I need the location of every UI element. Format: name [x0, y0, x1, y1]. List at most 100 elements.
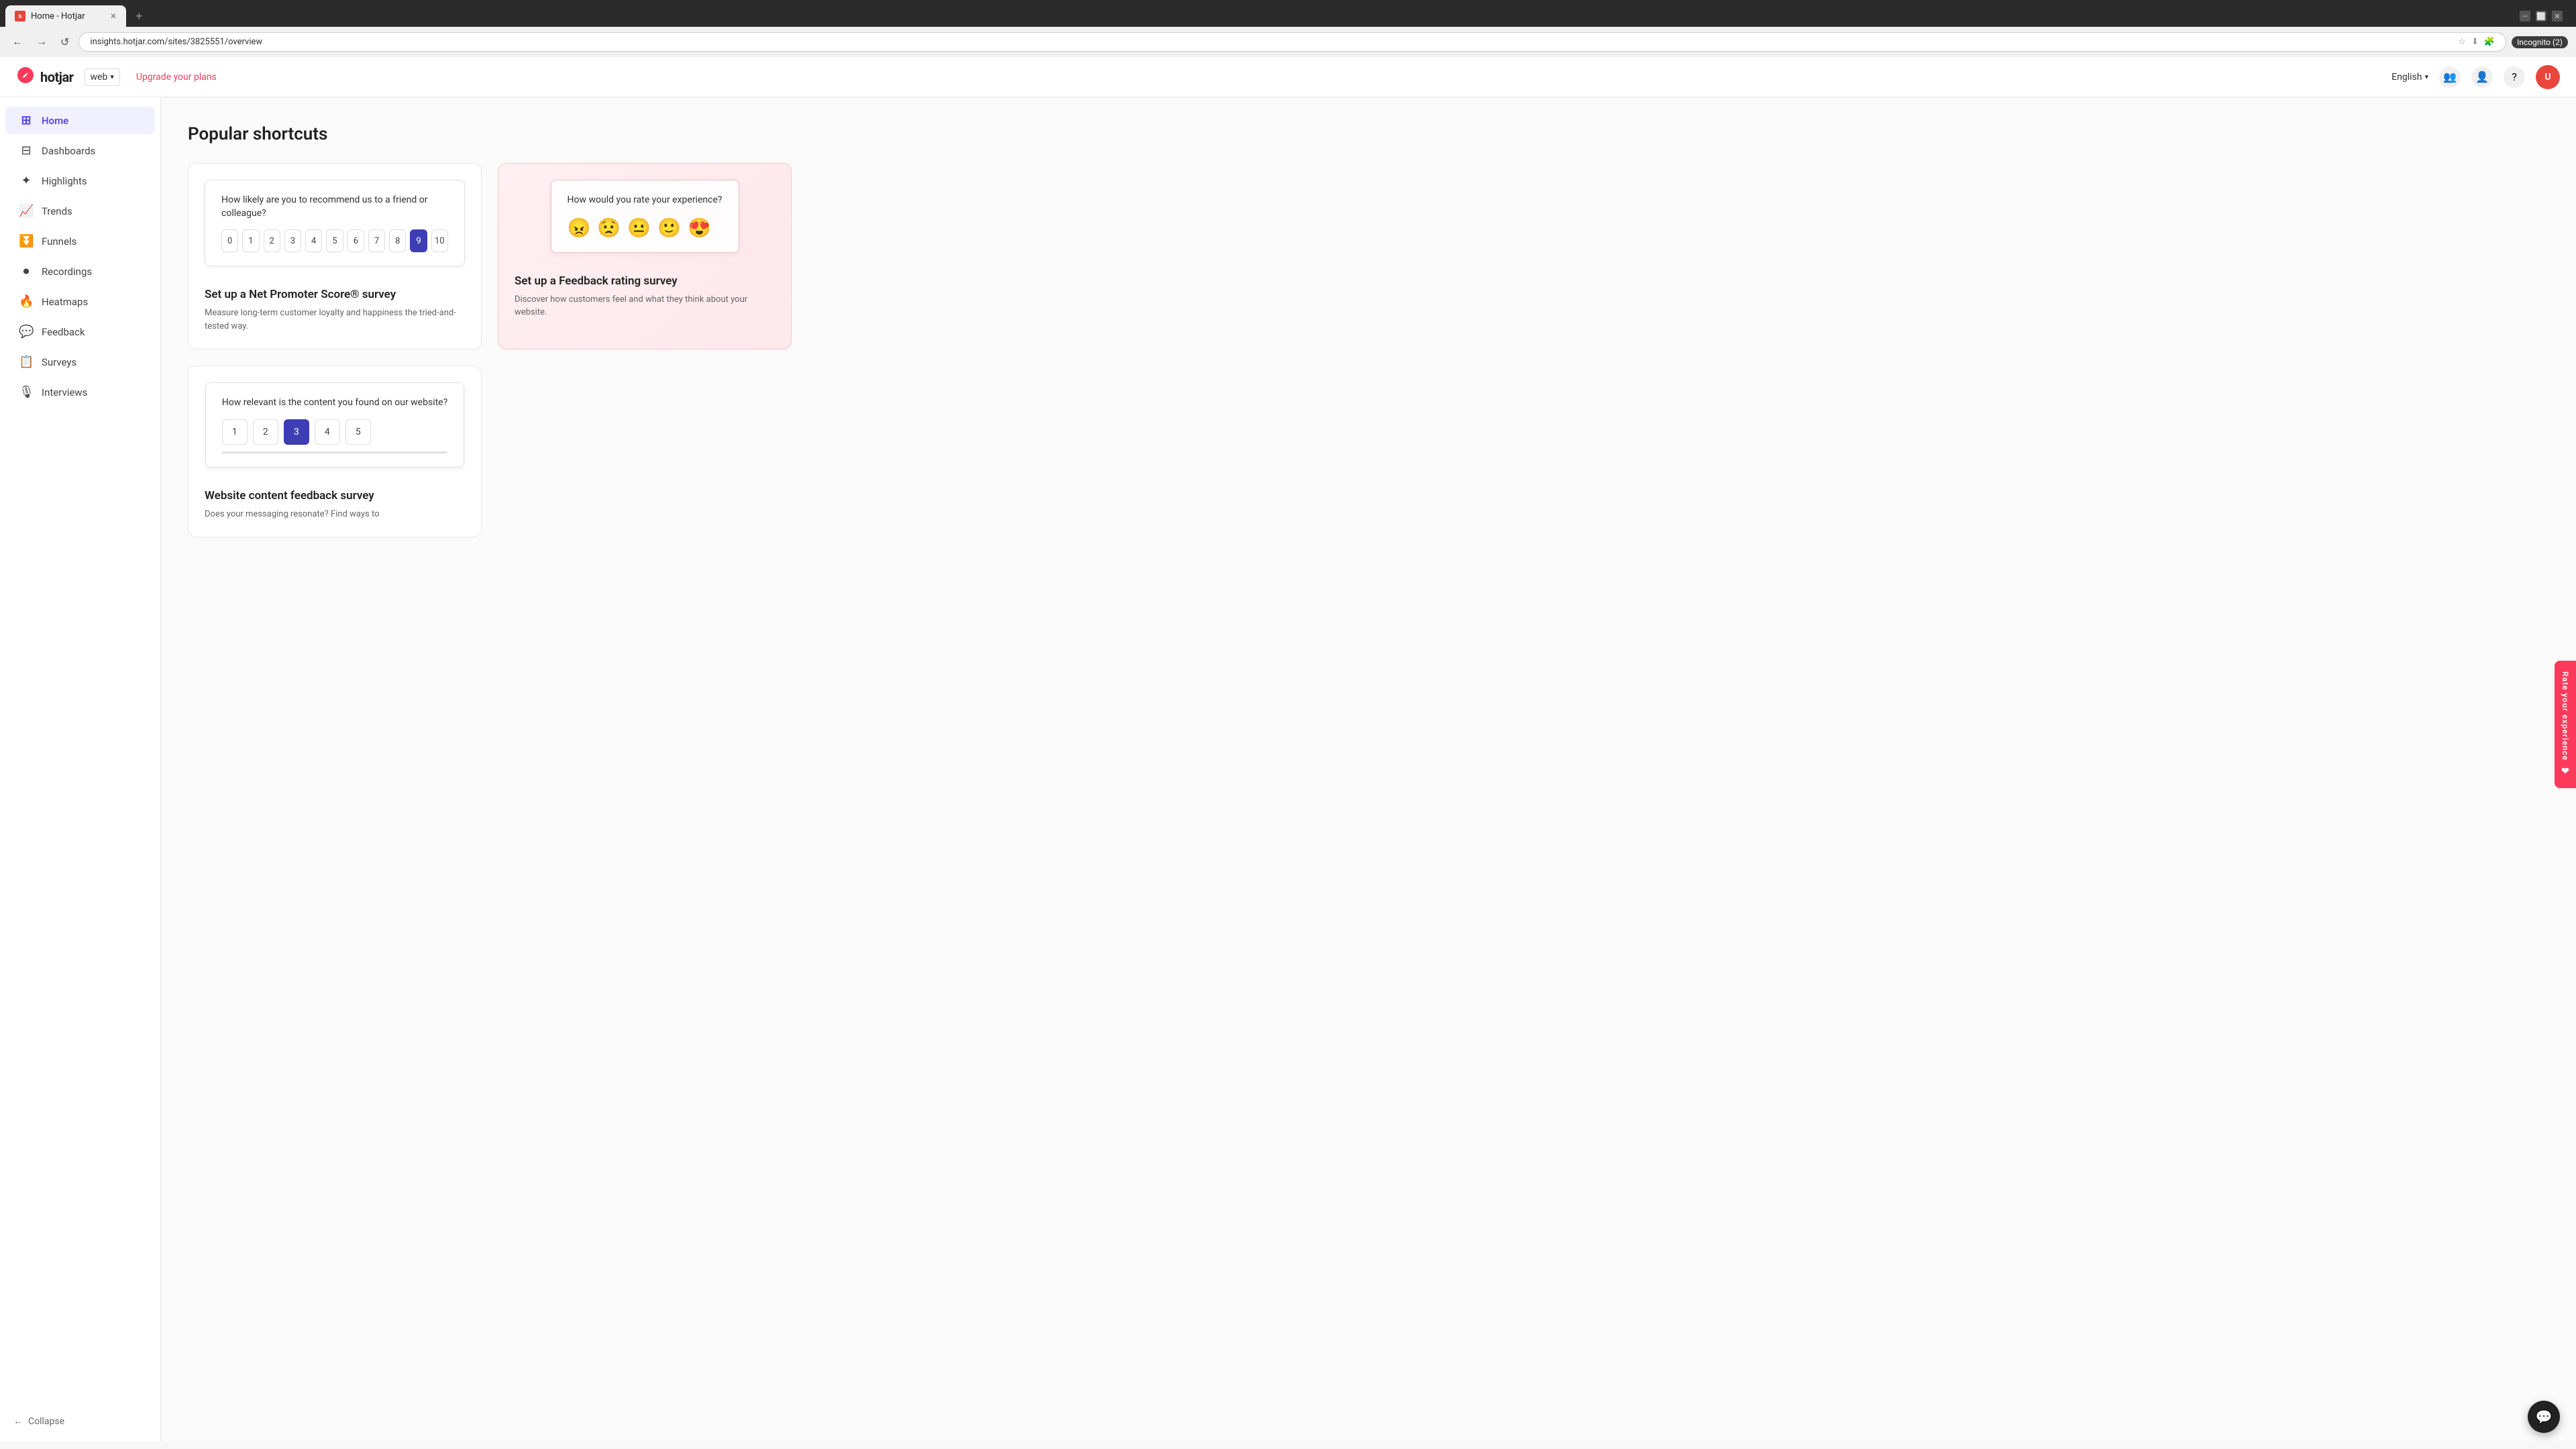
url-text: insights.hotjar.com/sites/3825551/overvi… [90, 37, 2453, 47]
emoji-scale: 😠 😟 😐 🙂 😍 [568, 217, 722, 239]
sidebar-item-feedback[interactable]: 💬 Feedback [5, 318, 155, 345]
maximize-button[interactable]: ⬜ [2536, 11, 2546, 21]
header-right: English ▾ 👥 👤 ? U [2392, 65, 2560, 89]
nps-10: 10 [431, 229, 448, 252]
tab-title: Home - Hotjar [31, 11, 85, 21]
help-icon[interactable]: ? [2504, 66, 2525, 88]
chat-icon: 💬 [2536, 1409, 2553, 1425]
main-area: ⊞ Home ⊟ Dashboards ✦ Highlights 📈 Trend… [0, 97, 2576, 1442]
sidebar-item-trends[interactable]: 📈 Trends [5, 197, 155, 225]
hotjar-logo: hotjar [16, 66, 74, 89]
nps-9: 9 [410, 229, 427, 252]
funnels-icon: ⏬ [19, 234, 34, 248]
web-selector[interactable]: web ▾ [85, 68, 120, 86]
browser-tab-active[interactable]: h Home - Hotjar ✕ [5, 5, 126, 27]
nps-scale: 0 1 2 3 4 5 6 7 8 9 10 [221, 229, 448, 252]
rate-experience-icon: ❤ [2560, 766, 2571, 777]
likert-bar [222, 451, 447, 453]
logo-text: hotjar [40, 69, 74, 85]
window-controls: — ⬜ ✕ [2512, 8, 2571, 24]
sidebar-label-highlights: Highlights [42, 175, 87, 187]
collapse-button[interactable]: ← Collapse [0, 1409, 160, 1434]
feedback-preview-question: How would you rate your experience? [568, 194, 722, 207]
interviews-icon: 🎙 [19, 385, 34, 399]
content-feedback-body: Website content feedback survey Does you… [189, 478, 481, 537]
tab-bar: h Home - Hotjar ✕ + — ⬜ ✕ [0, 0, 2576, 27]
feedback-rating-body: Set up a Feedback rating survey Discover… [498, 264, 791, 335]
sidebar-label-dashboards: Dashboards [42, 145, 95, 157]
web-label: web [91, 72, 108, 83]
nps-5: 5 [326, 229, 343, 252]
upgrade-link[interactable]: Upgrade your plans [136, 72, 217, 83]
likert-2: 2 [253, 419, 278, 445]
sidebar-label-trends: Trends [42, 205, 72, 217]
app-header: hotjar web ▾ Upgrade your plans English … [0, 57, 2576, 97]
nps-1: 1 [242, 229, 259, 252]
avatar[interactable]: U [2536, 65, 2560, 89]
nps-2: 2 [264, 229, 280, 252]
close-button[interactable]: ✕ [2552, 11, 2563, 21]
sidebar-item-home[interactable]: ⊞ Home [5, 107, 155, 134]
emoji-angry: 😠 [568, 217, 591, 239]
emoji-neutral: 😐 [627, 217, 651, 239]
likert-scale: 1 2 3 4 5 [222, 419, 447, 445]
feedback-icon: 💬 [19, 325, 34, 339]
sidebar-item-dashboards[interactable]: ⊟ Dashboards [5, 137, 155, 164]
browser-chrome: h Home - Hotjar ✕ + — ⬜ ✕ ← → ↺ insights… [0, 0, 2576, 57]
sidebar-label-recordings: Recordings [42, 266, 92, 278]
back-button[interactable]: ← [8, 34, 27, 51]
nps-6: 6 [347, 229, 364, 252]
nps-3: 3 [284, 229, 301, 252]
shortcuts-grid: How likely are you to recommend us to a … [188, 163, 792, 537]
sidebar-label-heatmaps: Heatmaps [42, 296, 88, 308]
incognito-badge: Incognito (2) [2512, 36, 2568, 48]
nps-card[interactable]: How likely are you to recommend us to a … [188, 163, 482, 350]
sidebar-item-highlights[interactable]: ✦ Highlights [5, 167, 155, 195]
sidebar-label-feedback: Feedback [42, 326, 85, 338]
main-content: Popular shortcuts How likely are you to … [161, 97, 2576, 1442]
sidebar-label-interviews: Interviews [42, 386, 87, 398]
chat-button[interactable]: 💬 [2528, 1401, 2560, 1433]
lang-label: English [2392, 72, 2422, 83]
new-tab-button[interactable]: + [129, 7, 150, 26]
content-feedback-card[interactable]: How relevant is the content you found on… [188, 366, 482, 537]
feedback-rating-title: Set up a Feedback rating survey [515, 274, 775, 288]
user-plus-icon[interactable]: 👤 [2471, 66, 2493, 88]
team-icon[interactable]: 👥 [2439, 66, 2461, 88]
feedback-rating-card[interactable]: How would you rate your experience? 😠 😟 … [498, 163, 792, 350]
rate-experience-tab[interactable]: Rate your experience ❤ [2555, 661, 2576, 788]
feedback-preview-box: How would you rate your experience? 😠 😟 … [551, 180, 739, 253]
collapse-label: Collapse [28, 1416, 64, 1427]
url-bar[interactable]: insights.hotjar.com/sites/3825551/overvi… [78, 32, 2506, 52]
nps-7: 7 [368, 229, 385, 252]
extensions-icon[interactable]: 🧩 [2484, 37, 2495, 47]
heatmaps-icon: 🔥 [19, 294, 34, 309]
emoji-happy: 🙂 [657, 217, 681, 239]
sidebar-item-interviews[interactable]: 🎙 Interviews [5, 378, 155, 406]
content-preview-question: How relevant is the content you found on… [222, 396, 447, 410]
sidebar-item-recordings[interactable]: ⏺ Recordings [5, 258, 155, 285]
sidebar-item-heatmaps[interactable]: 🔥 Heatmaps [5, 288, 155, 315]
content-feedback-preview: How relevant is the content you found on… [189, 366, 481, 478]
nps-8: 8 [389, 229, 406, 252]
reload-button[interactable]: ↺ [56, 33, 73, 52]
sidebar-item-funnels[interactable]: ⏬ Funnels [5, 227, 155, 255]
bookmark-icon[interactable]: ☆ [2458, 37, 2466, 47]
content-preview-box: How relevant is the content you found on… [205, 382, 464, 468]
sidebar-item-surveys[interactable]: 📋 Surveys [5, 348, 155, 376]
minimize-button[interactable]: — [2520, 11, 2530, 21]
page-title: Popular shortcuts [188, 124, 2549, 144]
recordings-icon: ⏺ [19, 264, 34, 278]
nps-card-title: Set up a Net Promoter Score® survey [205, 288, 465, 301]
home-icon: ⊞ [19, 113, 34, 127]
content-feedback-desc: Does your messaging resonate? Find ways … [205, 508, 465, 521]
download-icon[interactable]: ⬇ [2471, 37, 2479, 47]
tab-close-button[interactable]: ✕ [110, 11, 117, 21]
app-container: hotjar web ▾ Upgrade your plans English … [0, 57, 2576, 1442]
nps-4: 4 [305, 229, 322, 252]
dashboards-icon: ⊟ [19, 144, 34, 158]
logo-icon [16, 66, 35, 89]
rate-experience-label: Rate your experience [2561, 672, 2570, 761]
forward-button[interactable]: → [32, 34, 51, 51]
language-selector[interactable]: English ▾ [2392, 72, 2428, 83]
